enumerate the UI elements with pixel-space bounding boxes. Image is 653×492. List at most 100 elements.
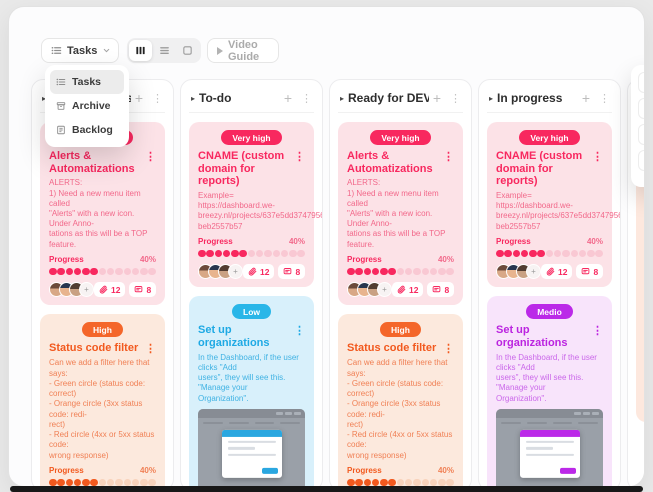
- attachments-count: 12: [111, 285, 120, 295]
- view-selector-label: Tasks: [67, 45, 97, 57]
- collapse-triangle-icon[interactable]: ▸: [191, 94, 195, 103]
- card-context-menu: [631, 65, 645, 187]
- more-assignees-button[interactable]: +: [79, 282, 94, 297]
- collapse-triangle-icon[interactable]: ▸: [489, 94, 493, 103]
- task-card[interactable]: Very high Alerts & Automatizations ⋮ ALE…: [338, 122, 463, 305]
- task-card[interactable]: Very high Alerts & Automatizations ⋮ ALE…: [40, 122, 165, 305]
- kanban-view-button[interactable]: [129, 40, 152, 61]
- context-menu-item[interactable]: [638, 150, 645, 171]
- task-card[interactable]: Low Set up organizations ⋮ In the Dashbo…: [189, 296, 314, 487]
- card-title: Set up organizations: [496, 324, 588, 349]
- card-menu-icon[interactable]: ⋮: [294, 324, 305, 337]
- attachments-count: 12: [558, 267, 567, 277]
- task-card[interactable]: Very high CNAME (custom domain for repor…: [189, 122, 314, 287]
- priority-badge: High: [82, 322, 123, 337]
- more-assignees-button[interactable]: +: [228, 264, 243, 279]
- board-column: ▸ Ready for DEV + ⋮ Very high Alerts & A…: [329, 79, 472, 487]
- priority-badge: Medio: [526, 304, 573, 319]
- card-description: ALERTS: 1) Need a new menu item called "…: [347, 178, 454, 250]
- rows-icon: [159, 45, 170, 56]
- column-menu-icon[interactable]: ⋮: [599, 92, 610, 105]
- assignee-avatars: +: [347, 282, 392, 297]
- screenshot-thumbnail: [496, 409, 603, 487]
- task-card[interactable]: Medio Set up organizations ⋮ In the Dash…: [487, 296, 612, 487]
- task-card[interactable]: High Status code filter ⋮ Can we add a f…: [40, 314, 165, 487]
- add-card-icon[interactable]: +: [284, 90, 292, 106]
- comments-count: 8: [444, 285, 449, 295]
- card-title: Status code filter: [49, 342, 141, 355]
- more-assignees-button[interactable]: +: [377, 282, 392, 297]
- menu-item-label: Backlog: [72, 124, 113, 136]
- board-column: ▸ In progress + ⋮ Very high CNAME (custo…: [478, 79, 621, 487]
- board-view-button[interactable]: [176, 40, 199, 61]
- card-menu-icon[interactable]: ⋮: [592, 324, 603, 337]
- paperclip-icon: [248, 267, 257, 276]
- menu-item-backlog[interactable]: Backlog: [50, 118, 124, 142]
- attachments-chip[interactable]: 12: [243, 264, 274, 279]
- comments-chip[interactable]: 8: [278, 264, 305, 279]
- progress-percent: 40%: [438, 255, 454, 264]
- progress-dots: [496, 250, 603, 258]
- thumb-modal: [520, 430, 580, 478]
- add-card-icon[interactable]: +: [135, 90, 143, 106]
- card-menu-icon[interactable]: ⋮: [294, 150, 305, 163]
- video-guide-button[interactable]: Video Guide: [207, 38, 279, 63]
- column-title: In progress: [497, 91, 578, 105]
- task-card[interactable]: Very high CNAME (custom domain for repor…: [487, 122, 612, 287]
- comment-icon: [283, 267, 292, 276]
- column-title: Ready for DEV: [348, 91, 429, 105]
- more-assignees-button[interactable]: +: [526, 264, 541, 279]
- task-card[interactable]: High Status code filter ⋮ Can we add a f…: [338, 314, 463, 487]
- comment-icon: [581, 267, 590, 276]
- attachments-count: 12: [260, 267, 269, 277]
- card-title: CNAME (custom domain for reports): [496, 150, 588, 188]
- card-description: ALERTS: 1) Need a new menu item called "…: [49, 178, 156, 250]
- list-icon: [51, 45, 62, 56]
- column-menu-icon[interactable]: ⋮: [152, 92, 163, 105]
- column-title: To-do: [199, 91, 280, 105]
- progress-percent: 40%: [140, 255, 156, 264]
- list-icon: [56, 77, 66, 87]
- context-menu-item[interactable]: [638, 124, 645, 145]
- attachments-chip[interactable]: 12: [94, 282, 125, 297]
- comments-chip[interactable]: 8: [427, 282, 454, 297]
- thumb-browser-bar: [198, 409, 305, 418]
- column-menu-icon[interactable]: ⋮: [301, 92, 312, 105]
- task-card[interactable]: Set up organizations ⋮ In the Dashboard,…: [636, 177, 645, 423]
- card-description: Can we add a filter here that says: - Gr…: [49, 358, 156, 460]
- paperclip-icon: [99, 285, 108, 294]
- column-menu-icon[interactable]: ⋮: [450, 92, 461, 105]
- progress-dots: [347, 268, 454, 276]
- list-view-button[interactable]: [153, 40, 176, 61]
- progress-percent: 40%: [140, 466, 156, 475]
- menu-item-archive[interactable]: Archive: [50, 94, 124, 118]
- progress-dots: [198, 250, 305, 258]
- card-menu-icon[interactable]: ⋮: [145, 150, 156, 163]
- context-menu-item[interactable]: [638, 72, 645, 93]
- priority-badge: Low: [232, 304, 271, 319]
- collapse-triangle-icon[interactable]: ▸: [340, 94, 344, 103]
- comments-chip[interactable]: 8: [129, 282, 156, 297]
- card-menu-icon[interactable]: ⋮: [443, 150, 454, 163]
- attachments-chip[interactable]: 12: [392, 282, 423, 297]
- play-icon: [217, 47, 223, 55]
- comments-chip[interactable]: 8: [576, 264, 603, 279]
- thumb-modal: [222, 430, 282, 478]
- attachments-chip[interactable]: 12: [541, 264, 572, 279]
- add-card-icon[interactable]: +: [433, 90, 441, 106]
- priority-badge: Very high: [221, 130, 281, 145]
- view-selector[interactable]: Tasks: [41, 38, 119, 63]
- card-description: Example= https://dashboard.we- breezy.nl…: [198, 191, 305, 232]
- card-menu-icon[interactable]: ⋮: [145, 342, 156, 355]
- comments-count: 8: [146, 285, 151, 295]
- comment-icon: [134, 285, 143, 294]
- menu-item-tasks[interactable]: Tasks: [50, 70, 124, 94]
- add-card-icon[interactable]: +: [582, 90, 590, 106]
- card-view-icon: [182, 45, 193, 56]
- archive-icon: [56, 101, 66, 111]
- app-window: Tasks Video Guide: [8, 6, 645, 487]
- context-menu-item[interactable]: [638, 98, 645, 119]
- assignee-avatars: +: [49, 282, 94, 297]
- card-menu-icon[interactable]: ⋮: [592, 150, 603, 163]
- card-menu-icon[interactable]: ⋮: [443, 342, 454, 355]
